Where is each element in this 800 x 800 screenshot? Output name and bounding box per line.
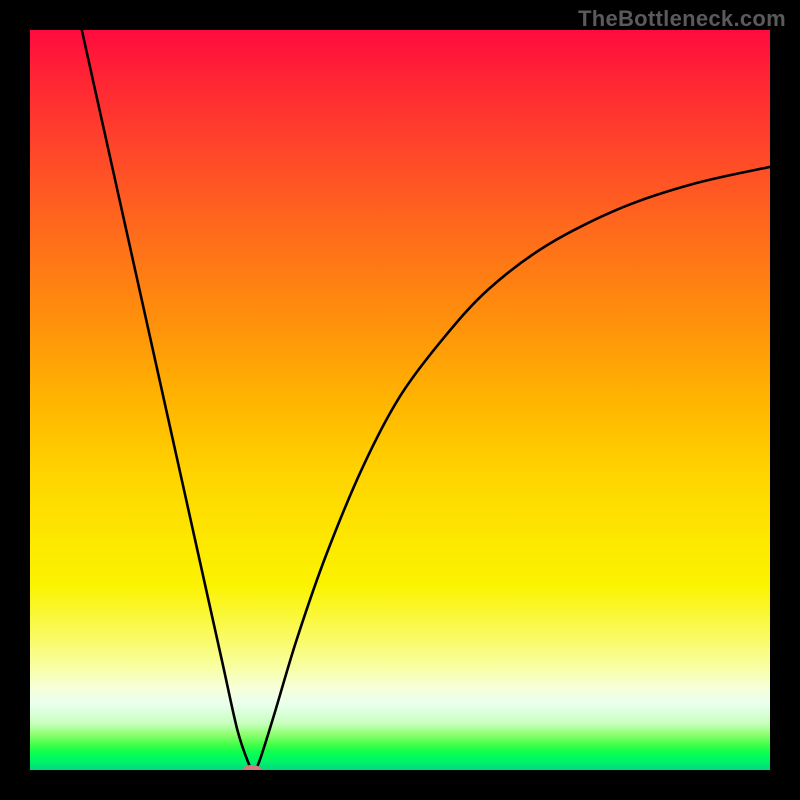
watermark-text: TheBottleneck.com (578, 6, 786, 32)
chart-container: TheBottleneck.com (0, 0, 800, 800)
curve-svg (30, 30, 770, 770)
plot-area (30, 30, 770, 770)
curve-path (82, 30, 770, 770)
